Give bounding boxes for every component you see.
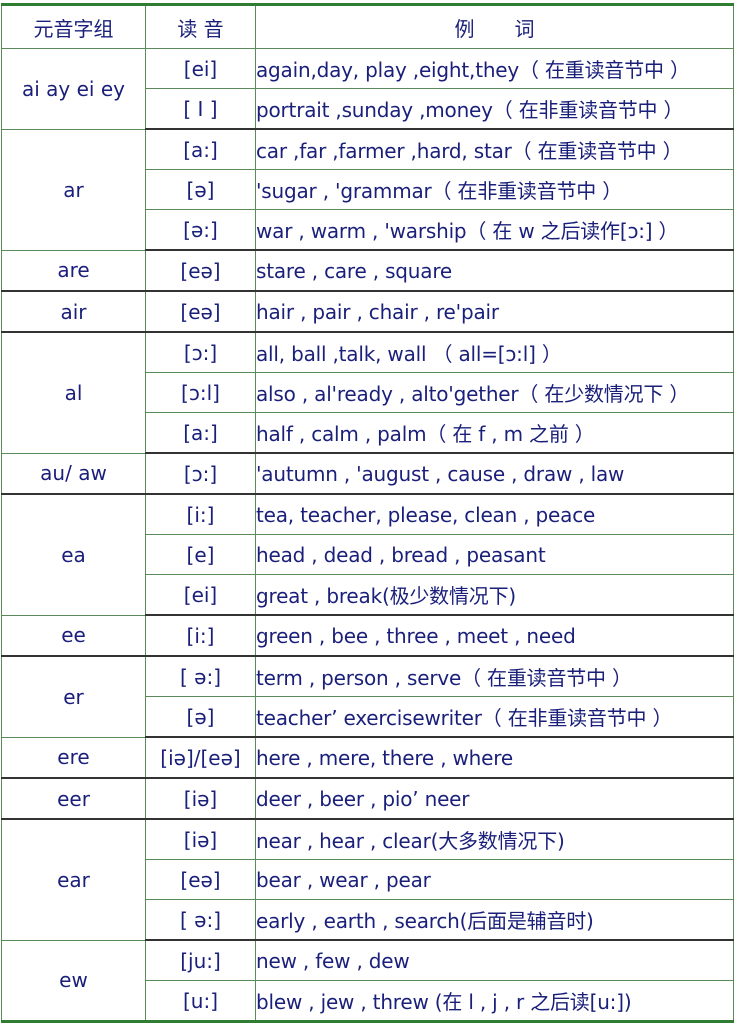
table-row: ai ay ei ey [ei] again,day, play ,eight,th… bbox=[1, 48, 734, 130]
table-row: ere [iə]/[eə] here , mere, there , where bbox=[1, 736, 734, 779]
vowel-group-cell: ea bbox=[1, 493, 146, 616]
pronunciation-cell: [iə] bbox=[145, 818, 256, 860]
pronunciation-cell: [ɔ:] bbox=[145, 452, 256, 495]
examples-cell: teacher’ exercisewriter（ 在非重读音节中 ） bbox=[255, 696, 734, 738]
pronunciation-cell: [ei] bbox=[145, 48, 256, 89]
examples-cell: again,day, play ,eight,they（ 在重读音节中 ） bbox=[255, 48, 734, 89]
examples-cell: green , bee , three , meet , need bbox=[255, 614, 734, 657]
examples-cell: portrait ,sunday ,money（ 在非重读音节中 ） bbox=[255, 88, 734, 130]
examples-cell: 'autumn , 'august , cause , draw , law bbox=[255, 452, 734, 495]
pronunciation-cell: [ə] bbox=[145, 169, 256, 210]
examples-cell: war , warm , 'warship（ 在 w 之后读作[ɔ:] ） bbox=[255, 209, 734, 251]
examples-cell: bear , wear , pear bbox=[255, 859, 734, 900]
examples-cell: 'sugar , 'grammar（ 在非重读音节中 ） bbox=[255, 169, 734, 210]
table-row: au/ aw [ɔ:]'autumn , 'august , cause , dr… bbox=[1, 452, 734, 495]
header-group: 元音字组 bbox=[1, 4, 146, 49]
vowel-group-cell: ee bbox=[1, 614, 146, 657]
table-row: ear [iə] near , hear , clear(大多数情况下) bbox=[1, 818, 734, 941]
examples-cell: new , few , dew bbox=[255, 939, 734, 981]
pronunciation-cell: [ei] bbox=[145, 574, 256, 616]
examples-cell: hair , pair , chair , re'pair bbox=[255, 290, 734, 333]
vowel-group-cell: ear bbox=[1, 818, 146, 941]
examples-cell: great , break(极少数情况下) bbox=[255, 574, 734, 616]
pronunciation-cell: [i:] bbox=[145, 493, 256, 535]
table-row: air [eə] hair , pair , chair , re'pair bbox=[1, 290, 734, 333]
pronunciation-cell: [ə:] bbox=[145, 209, 256, 251]
examples-cell: car ,far ,farmer ,hard, star（ 在重读音节中 ） bbox=[255, 128, 734, 170]
pronunciation-cell: [eə] bbox=[145, 859, 256, 900]
pronunciation-cell: [eə] bbox=[145, 290, 256, 333]
table-row: ew [ju:] new , few , dew bbox=[1, 939, 734, 1022]
pronunciation-cell: [ ə:] bbox=[145, 899, 256, 941]
vowel-combination-table: 元音字组 读 音 例 词 ai ay ei ey [ei] again,day, p… bbox=[1, 3, 734, 1023]
pronunciation-cell: [a:] bbox=[145, 128, 256, 170]
vowel-group-cell: er bbox=[1, 655, 146, 738]
vowel-group-cell: al bbox=[1, 331, 146, 454]
header-row: 元音字组 读 音 例 词 bbox=[1, 4, 734, 49]
pronunciation-cell: [e] bbox=[145, 534, 256, 575]
vowel-group-cell: au/ aw bbox=[1, 452, 146, 495]
examples-cell: all, ball ,talk, wall （ all=[ɔ:l] ） bbox=[255, 331, 734, 373]
pronunciation-cell: [iə]/[eə] bbox=[145, 736, 256, 779]
examples-cell: head , dead , bread , peasant bbox=[255, 534, 734, 575]
pronunciation-cell: [ju:] bbox=[145, 939, 256, 981]
vowel-group-cell: ai ay ei ey bbox=[1, 48, 146, 130]
examples-cell: blew , jew , threw (在 l , j , r 之后读[u:]) bbox=[255, 980, 734, 1023]
examples-cell: also , al'ready , alto'gether（ 在少数情况下 ） bbox=[255, 372, 734, 413]
examples-cell: tea, teacher, please, clean , peace bbox=[255, 493, 734, 535]
vowel-group-cell: ew bbox=[1, 939, 146, 1022]
table-body: ai ay ei ey [ei] again,day, play ,eight,th… bbox=[1, 48, 734, 1023]
table-row: are [eə] stare , care , square bbox=[1, 249, 734, 292]
table-row: eer [iə] deer , beer , pio’ neer bbox=[1, 777, 734, 820]
pronunciation-cell: [iə] bbox=[145, 777, 256, 820]
pronunciation-cell: [a:] bbox=[145, 412, 256, 454]
vowel-group-cell: eer bbox=[1, 777, 146, 820]
pronunciation-cell: [u:] bbox=[145, 980, 256, 1023]
pronunciation-cell: [i:] bbox=[145, 614, 256, 657]
header-examples: 例 词 bbox=[255, 4, 734, 49]
vowel-group-cell: air bbox=[1, 290, 146, 333]
table-row: ee [i:] green , bee , three , meet , need bbox=[1, 614, 734, 657]
examples-cell: stare , care , square bbox=[255, 249, 734, 292]
examples-cell: here , mere, there , where bbox=[255, 736, 734, 779]
examples-cell: half , calm , palm（ 在 f , m 之前 ） bbox=[255, 412, 734, 454]
table-row: ea [i:] tea, teacher, please, clean , peac… bbox=[1, 493, 734, 616]
pronunciation-cell: [ɔ:l] bbox=[145, 372, 256, 413]
examples-cell: early , earth , search(后面是辅音时) bbox=[255, 899, 734, 941]
examples-cell: term , person , serve（ 在重读音节中 ） bbox=[255, 655, 734, 697]
vowel-group-cell: are bbox=[1, 249, 146, 292]
examples-cell: deer , beer , pio’ neer bbox=[255, 777, 734, 820]
table-row: al [ɔ:] all, ball ,talk, wall （ all=[ɔ:l] … bbox=[1, 331, 734, 454]
table-row: ar [a:] car ,far ,farmer ,hard, star（ 在重读音… bbox=[1, 128, 734, 251]
pronunciation-cell: [ ə:] bbox=[145, 655, 256, 697]
pronunciation-cell: [eə] bbox=[145, 249, 256, 292]
header-pronunciation: 读 音 bbox=[145, 4, 256, 49]
pronunciation-cell: [ɔ:] bbox=[145, 331, 256, 373]
vowel-group-cell: ar bbox=[1, 128, 146, 251]
pronunciation-cell: [ə] bbox=[145, 696, 256, 738]
vowel-group-cell: ere bbox=[1, 736, 146, 779]
examples-cell: near , hear , clear(大多数情况下) bbox=[255, 818, 734, 860]
table-row: er[ ə:] term , person , serve（ 在重读音节中 ） bbox=[1, 655, 734, 738]
pronunciation-cell: [ I ] bbox=[145, 88, 256, 130]
